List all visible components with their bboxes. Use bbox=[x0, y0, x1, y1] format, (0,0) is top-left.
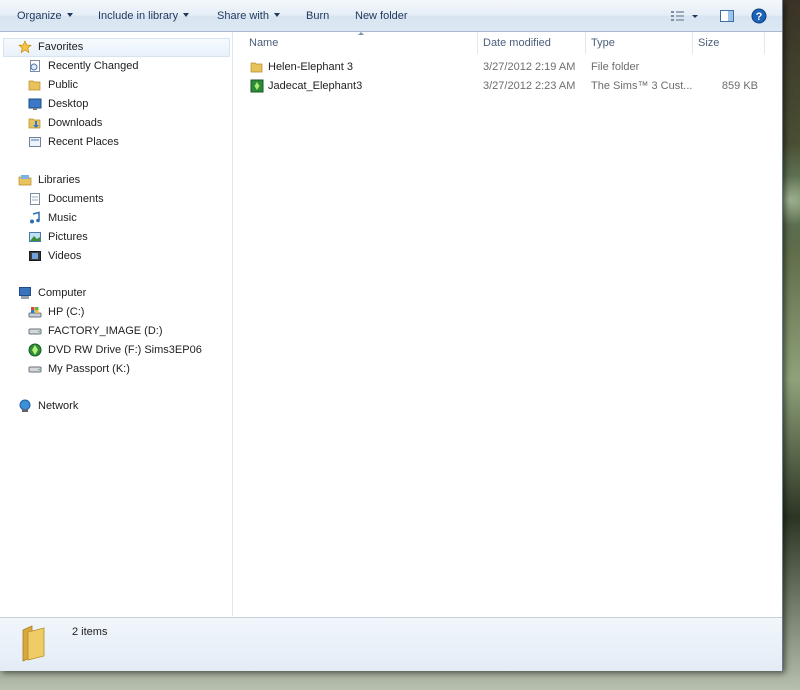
organize-button[interactable]: Organize bbox=[17, 9, 73, 23]
videos-icon bbox=[29, 251, 41, 261]
burn-button[interactable]: Burn bbox=[306, 9, 329, 23]
navigation-pane: Favorites Recently Changed Public Deskto… bbox=[0, 32, 233, 616]
file-type: File folder bbox=[591, 61, 640, 73]
pictures-icon bbox=[29, 232, 41, 242]
network-icon bbox=[19, 399, 31, 412]
music-note-icon bbox=[30, 211, 40, 224]
preview-pane-icon[interactable] bbox=[719, 8, 735, 24]
chevron-down-icon bbox=[183, 13, 190, 17]
share-with-button[interactable]: Share with bbox=[217, 9, 280, 23]
file-type: The Sims™ 3 Cust... bbox=[591, 80, 693, 92]
help-icon[interactable]: ? bbox=[751, 8, 767, 24]
chevron-down-icon bbox=[66, 13, 73, 17]
command-bar: Organize Include in library Share with B… bbox=[0, 0, 782, 32]
column-header-date-modified[interactable]: Date modified bbox=[478, 32, 586, 54]
column-header-size[interactable]: Size bbox=[693, 32, 765, 54]
column-header-name[interactable]: Name bbox=[233, 32, 478, 54]
file-row[interactable]: Helen-Elephant 3 3/27/2012 2:19 AM File … bbox=[233, 58, 781, 77]
explorer-window: Organize Include in library Share with B… bbox=[0, 0, 783, 671]
sort-ascending-icon bbox=[358, 32, 364, 35]
hard-drive-icon bbox=[28, 328, 42, 335]
recent-places-icon bbox=[29, 137, 41, 147]
file-name[interactable]: Jadecat_Elephant3 bbox=[268, 77, 362, 96]
folder-icon bbox=[250, 62, 263, 73]
file-size: 859 KB bbox=[721, 80, 758, 92]
chevron-down-icon bbox=[273, 13, 280, 17]
file-row[interactable]: Jadecat_Elephant3 3/27/2012 2:23 AM The … bbox=[233, 77, 781, 96]
external-drive-icon bbox=[28, 366, 42, 373]
folder-icon bbox=[22, 625, 45, 662]
view-menu-chevron-icon[interactable] bbox=[690, 8, 700, 24]
downloads-folder-icon bbox=[28, 118, 41, 129]
file-name[interactable]: Helen-Elephant 3 bbox=[268, 58, 353, 77]
item-count: 2 items bbox=[72, 626, 108, 638]
recent-document-icon bbox=[30, 60, 40, 72]
column-header-type[interactable]: Type bbox=[586, 32, 693, 54]
desktop-icon bbox=[28, 98, 42, 110]
file-date: 3/27/2012 2:19 AM bbox=[483, 61, 576, 73]
file-list: Name Date modified Type Size Helen-Eleph… bbox=[233, 32, 781, 616]
new-folder-button[interactable]: New folder bbox=[355, 9, 408, 23]
system-drive-icon bbox=[28, 307, 42, 318]
sims-disc-icon bbox=[28, 343, 42, 357]
computer-icon bbox=[19, 287, 31, 299]
change-view-icon[interactable] bbox=[670, 8, 686, 24]
documents-icon bbox=[30, 193, 40, 205]
libraries-icon bbox=[18, 175, 32, 186]
details-pane: 2 items bbox=[0, 617, 782, 671]
svg-text:?: ? bbox=[756, 11, 763, 23]
star-icon bbox=[18, 40, 32, 54]
sims3-package-icon bbox=[250, 79, 264, 93]
folder-icon bbox=[28, 80, 41, 91]
file-date: 3/27/2012 2:23 AM bbox=[483, 80, 576, 92]
include-in-library-button[interactable]: Include in library bbox=[98, 9, 190, 23]
